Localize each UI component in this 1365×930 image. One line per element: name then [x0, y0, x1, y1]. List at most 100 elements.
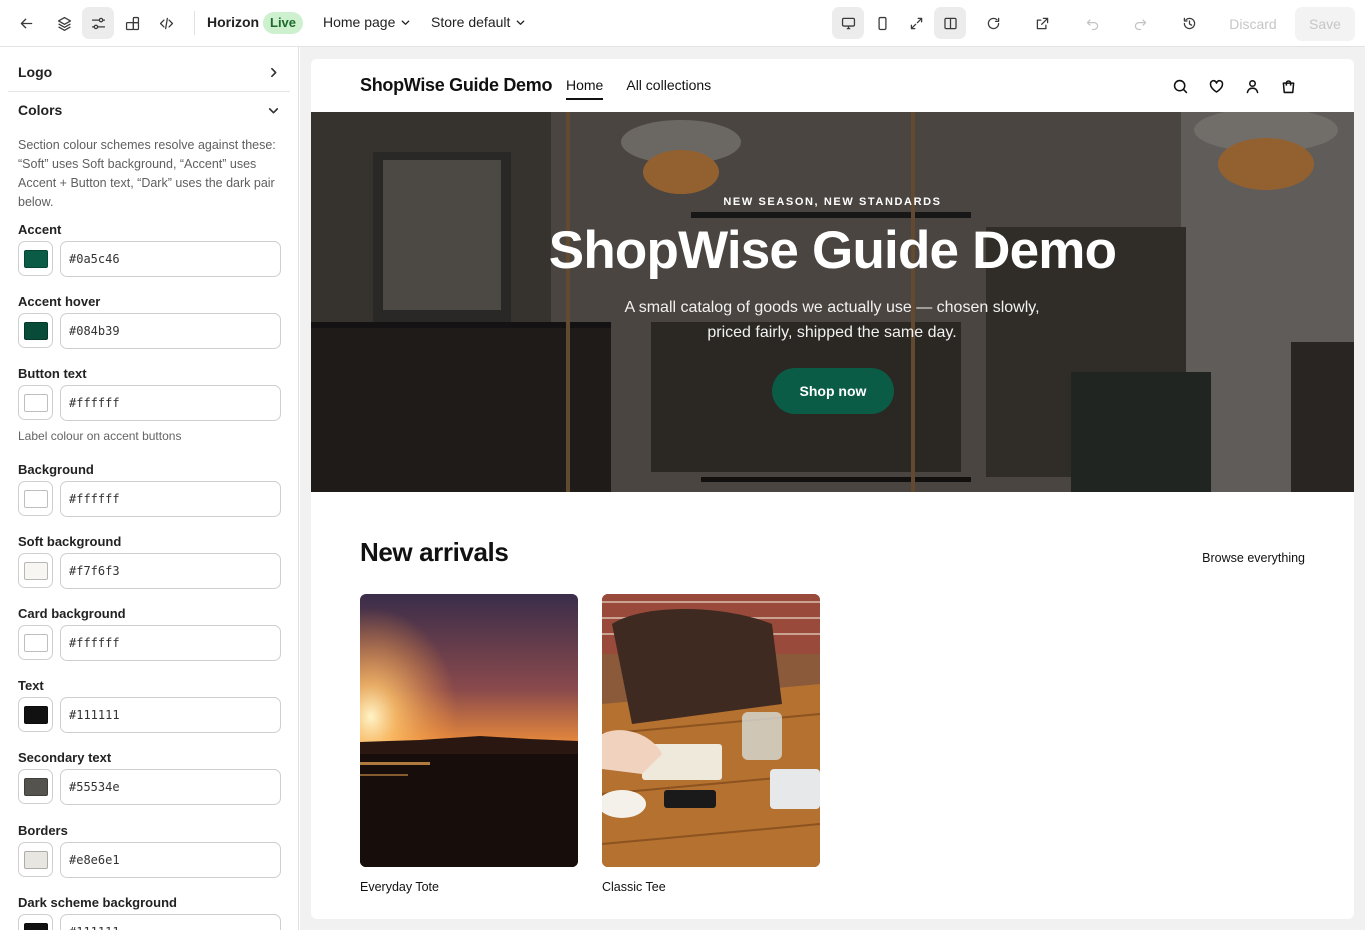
site-header: ShopWise Guide Demo Home All collections — [311, 59, 1354, 112]
discard-button[interactable]: Discard — [1221, 7, 1285, 41]
color-field-soft-background: Soft background — [18, 534, 281, 600]
color-hex-input[interactable] — [60, 914, 281, 930]
undo-button[interactable] — [1076, 7, 1108, 39]
theme-settings-button[interactable] — [82, 7, 114, 39]
color-swatch — [23, 777, 48, 796]
chevron-down-icon — [402, 19, 410, 25]
site-nav: Home All collections — [566, 77, 711, 100]
color-field-secondary-text: Secondary text — [18, 750, 281, 816]
color-swatch — [23, 850, 48, 869]
color-hex-input[interactable] — [60, 769, 281, 805]
mobile-icon — [877, 16, 887, 30]
browse-everything-link[interactable]: Browse everything — [1202, 551, 1305, 565]
desktop-icon — [841, 17, 855, 29]
color-hex-input[interactable] — [60, 697, 281, 733]
refresh-icon — [987, 17, 999, 29]
color-swatch-button[interactable] — [18, 241, 53, 276]
editor-toolbar: Horizon Live Home page Store default Dis… — [0, 0, 1365, 47]
sliders-icon — [91, 17, 105, 29]
sections-button[interactable] — [48, 7, 80, 39]
back-button[interactable] — [10, 7, 42, 39]
code-editor-button[interactable] — [150, 7, 182, 39]
color-swatch-button[interactable] — [18, 481, 53, 516]
button-text-help: Label colour on accent buttons — [18, 429, 182, 443]
color-hex-input[interactable] — [60, 481, 281, 517]
chevron-down-icon — [268, 107, 279, 113]
color-swatch-button[interactable] — [18, 769, 53, 804]
mobile-view-button[interactable] — [866, 7, 898, 39]
colors-section-toggle[interactable]: Colors — [8, 88, 290, 132]
color-swatch-button[interactable] — [18, 385, 53, 420]
code-icon — [159, 17, 173, 29]
color-hex-input[interactable] — [60, 842, 281, 878]
account-icon — [1246, 79, 1258, 93]
color-label: Background — [18, 462, 94, 477]
nav-link-all-collections[interactable]: All collections — [626, 77, 711, 100]
logo-section-label: Logo — [18, 64, 53, 80]
color-label: Accent — [18, 222, 62, 237]
color-hex-input[interactable] — [60, 625, 281, 661]
store-select[interactable]: Store default — [431, 14, 526, 30]
hero-title: ShopWise Guide Demo — [548, 221, 1117, 280]
hero-banner: NEW SEASON, NEW STANDARDS ShopWise Guide… — [311, 112, 1354, 492]
cart-button[interactable] — [1278, 76, 1298, 96]
redo-button[interactable] — [1124, 7, 1156, 39]
fullscreen-button[interactable] — [900, 7, 932, 39]
search-icon — [1173, 79, 1187, 93]
wishlist-button[interactable] — [1206, 76, 1226, 96]
hero-subtitle: A small catalog of goods we actually use… — [624, 299, 1040, 341]
product-card[interactable]: Classic Tee — [602, 594, 820, 894]
site-logo[interactable]: ShopWise Guide Demo — [360, 75, 552, 96]
refresh-button[interactable] — [977, 7, 1009, 39]
product-name: Everyday Tote — [360, 880, 439, 894]
new-arrivals-title: New arrivals — [360, 537, 509, 567]
history-button[interactable] — [1173, 7, 1205, 39]
history-icon — [1183, 17, 1195, 29]
nav-link-home[interactable]: Home — [566, 77, 604, 100]
color-field-button-text: Button text — [18, 366, 281, 432]
color-swatch — [23, 489, 48, 508]
split-view-button[interactable] — [934, 7, 966, 39]
theme-settings-panel: Logo Colors Section colour schemes resol… — [0, 47, 299, 930]
color-hex-input[interactable] — [60, 313, 281, 349]
save-button[interactable]: Save — [1295, 7, 1355, 41]
account-button[interactable] — [1242, 76, 1262, 96]
page-select[interactable]: Home page — [323, 14, 411, 30]
chevron-right-icon — [271, 67, 277, 77]
color-field-text: Text — [18, 678, 281, 744]
color-swatch-button[interactable] — [18, 313, 53, 348]
search-button[interactable] — [1170, 76, 1190, 96]
color-swatch — [23, 922, 48, 930]
toolbar-divider — [194, 11, 195, 35]
color-field-background: Background — [18, 462, 281, 528]
product-card[interactable]: Everyday Tote — [360, 594, 578, 894]
color-label: Secondary text — [18, 750, 112, 765]
color-hex-input[interactable] — [60, 241, 281, 277]
theme-name: Horizon — [207, 14, 260, 30]
color-field-dark-background: Dark scheme background — [18, 895, 281, 930]
apps-button[interactable] — [116, 7, 148, 39]
desktop-view-button[interactable] — [832, 7, 864, 39]
colors-description: Section colour schemes resolve against t… — [18, 138, 276, 209]
chevron-down-icon — [517, 19, 525, 25]
desk-workspace-photo — [602, 594, 820, 867]
color-hex-input[interactable] — [60, 553, 281, 589]
color-swatch-button[interactable] — [18, 625, 53, 660]
product-image — [360, 594, 578, 867]
color-swatch-button[interactable] — [18, 914, 53, 930]
open-preview-button[interactable] — [1026, 7, 1058, 39]
color-swatch — [23, 249, 48, 268]
color-swatch — [23, 561, 48, 580]
columns-icon — [943, 17, 957, 29]
color-swatch-button[interactable] — [18, 553, 53, 588]
color-swatch — [23, 633, 48, 652]
color-label: Text — [18, 678, 44, 693]
color-swatch-button[interactable] — [18, 842, 53, 877]
color-swatch — [23, 321, 48, 340]
color-swatch-button[interactable] — [18, 697, 53, 732]
color-hex-input[interactable] — [60, 385, 281, 421]
product-name: Classic Tee — [602, 880, 666, 894]
shop-now-button[interactable]: Shop now — [772, 368, 894, 414]
header-icons — [1170, 76, 1298, 96]
color-label: Borders — [18, 823, 68, 838]
